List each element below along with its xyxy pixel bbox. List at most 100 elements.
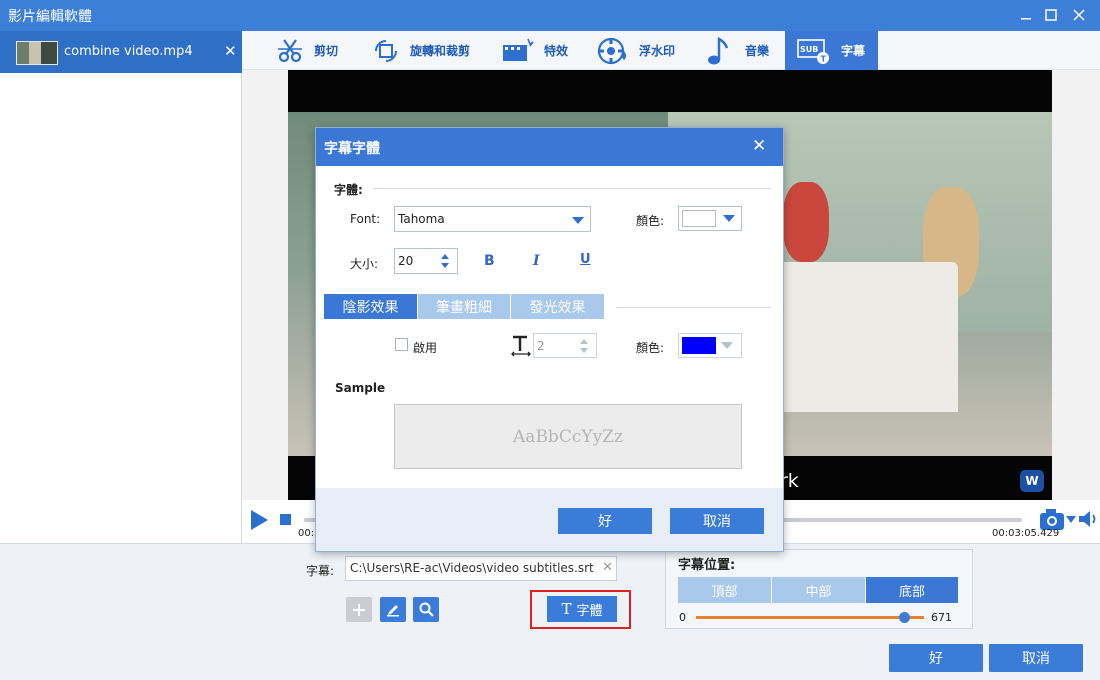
- font-family-select[interactable]: Tahoma: [394, 206, 591, 232]
- clear-subtitle-button[interactable]: ✕: [602, 560, 613, 575]
- search-icon: [419, 602, 434, 617]
- font-color-picker[interactable]: [678, 206, 742, 231]
- maximize-icon: [1045, 9, 1057, 21]
- position-slider-handle[interactable]: [899, 612, 910, 623]
- volume-icon[interactable]: [1078, 509, 1098, 529]
- tab-music[interactable]: 音樂: [705, 31, 769, 70]
- edit-toolbar: 剪切 旋轉和裁剪 特效 浮水印 音樂 SUB T 字幕: [242, 31, 1100, 70]
- font-family-value: Tahoma: [398, 212, 445, 226]
- search-subtitle-button[interactable]: [413, 597, 439, 622]
- svg-text:T: T: [821, 54, 827, 63]
- position-slider[interactable]: [696, 616, 924, 619]
- subtitle-font-dialog: 字幕字體 ✕ 字體: Font: Tahoma 顏色: 大小: 20 B I U…: [315, 127, 784, 552]
- enable-shadow-checkbox[interactable]: [395, 338, 408, 351]
- scissors-icon: [278, 38, 302, 62]
- file-list-item[interactable]: combine video.mp4 ✕: [0, 31, 242, 73]
- tab-shadow-effect[interactable]: 陰影效果: [324, 294, 417, 319]
- font-color-swatch: [682, 210, 716, 227]
- bold-button[interactable]: B: [484, 253, 495, 269]
- position-slider-value: 671: [931, 611, 952, 624]
- tab-subtitle[interactable]: SUB T 字幕: [785, 31, 878, 70]
- rotate-crop-icon: [375, 39, 397, 62]
- tab-effects[interactable]: 特效: [502, 31, 568, 70]
- current-time: 00:: [298, 528, 315, 539]
- tab-glow-effect[interactable]: 發光效果: [511, 294, 604, 319]
- tab-watermark[interactable]: 浮水印: [597, 31, 675, 70]
- chevron-down-icon[interactable]: [1066, 516, 1076, 524]
- shadow-color-picker[interactable]: [678, 333, 742, 358]
- remove-file-button[interactable]: ✕: [224, 42, 237, 60]
- dialog-close-button[interactable]: ✕: [752, 136, 766, 156]
- sample-text: AaBbCcYyZz: [513, 426, 623, 447]
- spin-arrows-icon[interactable]: [440, 252, 450, 270]
- tab-subtitle-label: 字幕: [841, 44, 866, 58]
- spin-arrows-icon[interactable]: [579, 337, 589, 355]
- play-icon[interactable]: [249, 509, 269, 531]
- tab-stroke-width[interactable]: 筆畫粗細: [418, 294, 510, 319]
- video-thumbnail: [16, 41, 58, 65]
- effects-icon: [503, 38, 534, 61]
- tab-watermark-label: 浮水印: [639, 44, 676, 58]
- close-icon: [1073, 9, 1085, 21]
- subtitle-position-title: 字幕位置:: [678, 558, 736, 573]
- section-divider: [373, 188, 771, 189]
- font-family-label: Font:: [350, 212, 381, 226]
- window-title: 影片編輯軟體: [8, 9, 92, 25]
- position-slider-min: 0: [679, 611, 686, 624]
- watermark-icon: [597, 37, 626, 64]
- dialog-cancel-button[interactable]: 取消: [670, 508, 764, 534]
- italic-button[interactable]: I: [533, 253, 540, 269]
- position-bottom-option[interactable]: 底部: [866, 577, 958, 603]
- subtitle-path-field[interactable]: C:\Users\RE-ac\Videos\video subtitles.sr…: [345, 556, 617, 581]
- font-t-icon: T: [561, 600, 572, 618]
- ok-button[interactable]: 好: [889, 644, 983, 672]
- enable-shadow-label: 啟用: [413, 341, 438, 355]
- file-name: combine video.mp4: [64, 44, 193, 59]
- shadow-color-swatch: [682, 337, 716, 354]
- stop-icon[interactable]: [280, 514, 292, 526]
- position-middle-option[interactable]: 中部: [772, 577, 865, 603]
- plus-icon: [353, 603, 365, 616]
- tab-effects-label: 特效: [544, 44, 569, 58]
- file-list-panel: combine video.mp4 ✕: [0, 31, 242, 543]
- tab-divider: [616, 307, 771, 308]
- total-time: 00:03:05.429: [992, 528, 1060, 539]
- title-bar: 影片編輯軟體: [0, 0, 1100, 31]
- subtitle-file-label: 字幕:: [306, 564, 335, 578]
- underline-button[interactable]: U: [580, 252, 591, 267]
- font-sample-preview: AaBbCcYyZz: [394, 404, 742, 469]
- minimize-button[interactable]: [1014, 4, 1038, 26]
- close-window-button[interactable]: [1067, 4, 1091, 26]
- chevron-down-icon: [723, 215, 735, 222]
- font-button[interactable]: T 字體: [547, 596, 617, 622]
- chevron-down-icon: [721, 342, 733, 349]
- shadow-size-stepper[interactable]: 2: [533, 333, 597, 358]
- shadow-size-value: 2: [537, 339, 545, 353]
- position-top-option[interactable]: 頂部: [678, 577, 771, 603]
- subtitle-icon: SUB T: [797, 38, 829, 64]
- font-button-label: 字體: [576, 603, 603, 619]
- minimize-icon: [1021, 18, 1031, 20]
- cancel-button[interactable]: 取消: [989, 644, 1083, 672]
- tab-cut-label: 剪切: [314, 44, 339, 58]
- pencil-icon: [387, 604, 399, 616]
- tab-rotate-crop[interactable]: 旋轉和裁剪: [372, 31, 470, 70]
- watermark-logo-icon: W: [1020, 470, 1044, 492]
- maximize-button[interactable]: [1039, 4, 1063, 26]
- svg-text:SUB: SUB: [800, 45, 818, 54]
- edit-subtitle-button[interactable]: [380, 597, 406, 622]
- text-size-icon: [511, 335, 531, 357]
- font-size-label: 大小:: [350, 257, 379, 271]
- dialog-title: 字幕字體: [324, 141, 380, 157]
- font-size-stepper[interactable]: 20: [394, 248, 458, 274]
- tab-cut[interactable]: 剪切: [276, 31, 338, 70]
- font-section-label: 字體:: [334, 183, 363, 197]
- font-size-value: 20: [398, 254, 414, 268]
- tab-rotate-crop-label: 旋轉和裁剪: [410, 44, 471, 58]
- shadow-color-label: 顏色:: [636, 341, 665, 355]
- add-subtitle-button[interactable]: [346, 597, 372, 622]
- dialog-title-bar: 字幕字體 ✕: [316, 128, 783, 166]
- font-color-label: 顏色:: [636, 214, 665, 228]
- music-note-icon: [708, 36, 729, 64]
- dialog-ok-button[interactable]: 好: [558, 508, 652, 534]
